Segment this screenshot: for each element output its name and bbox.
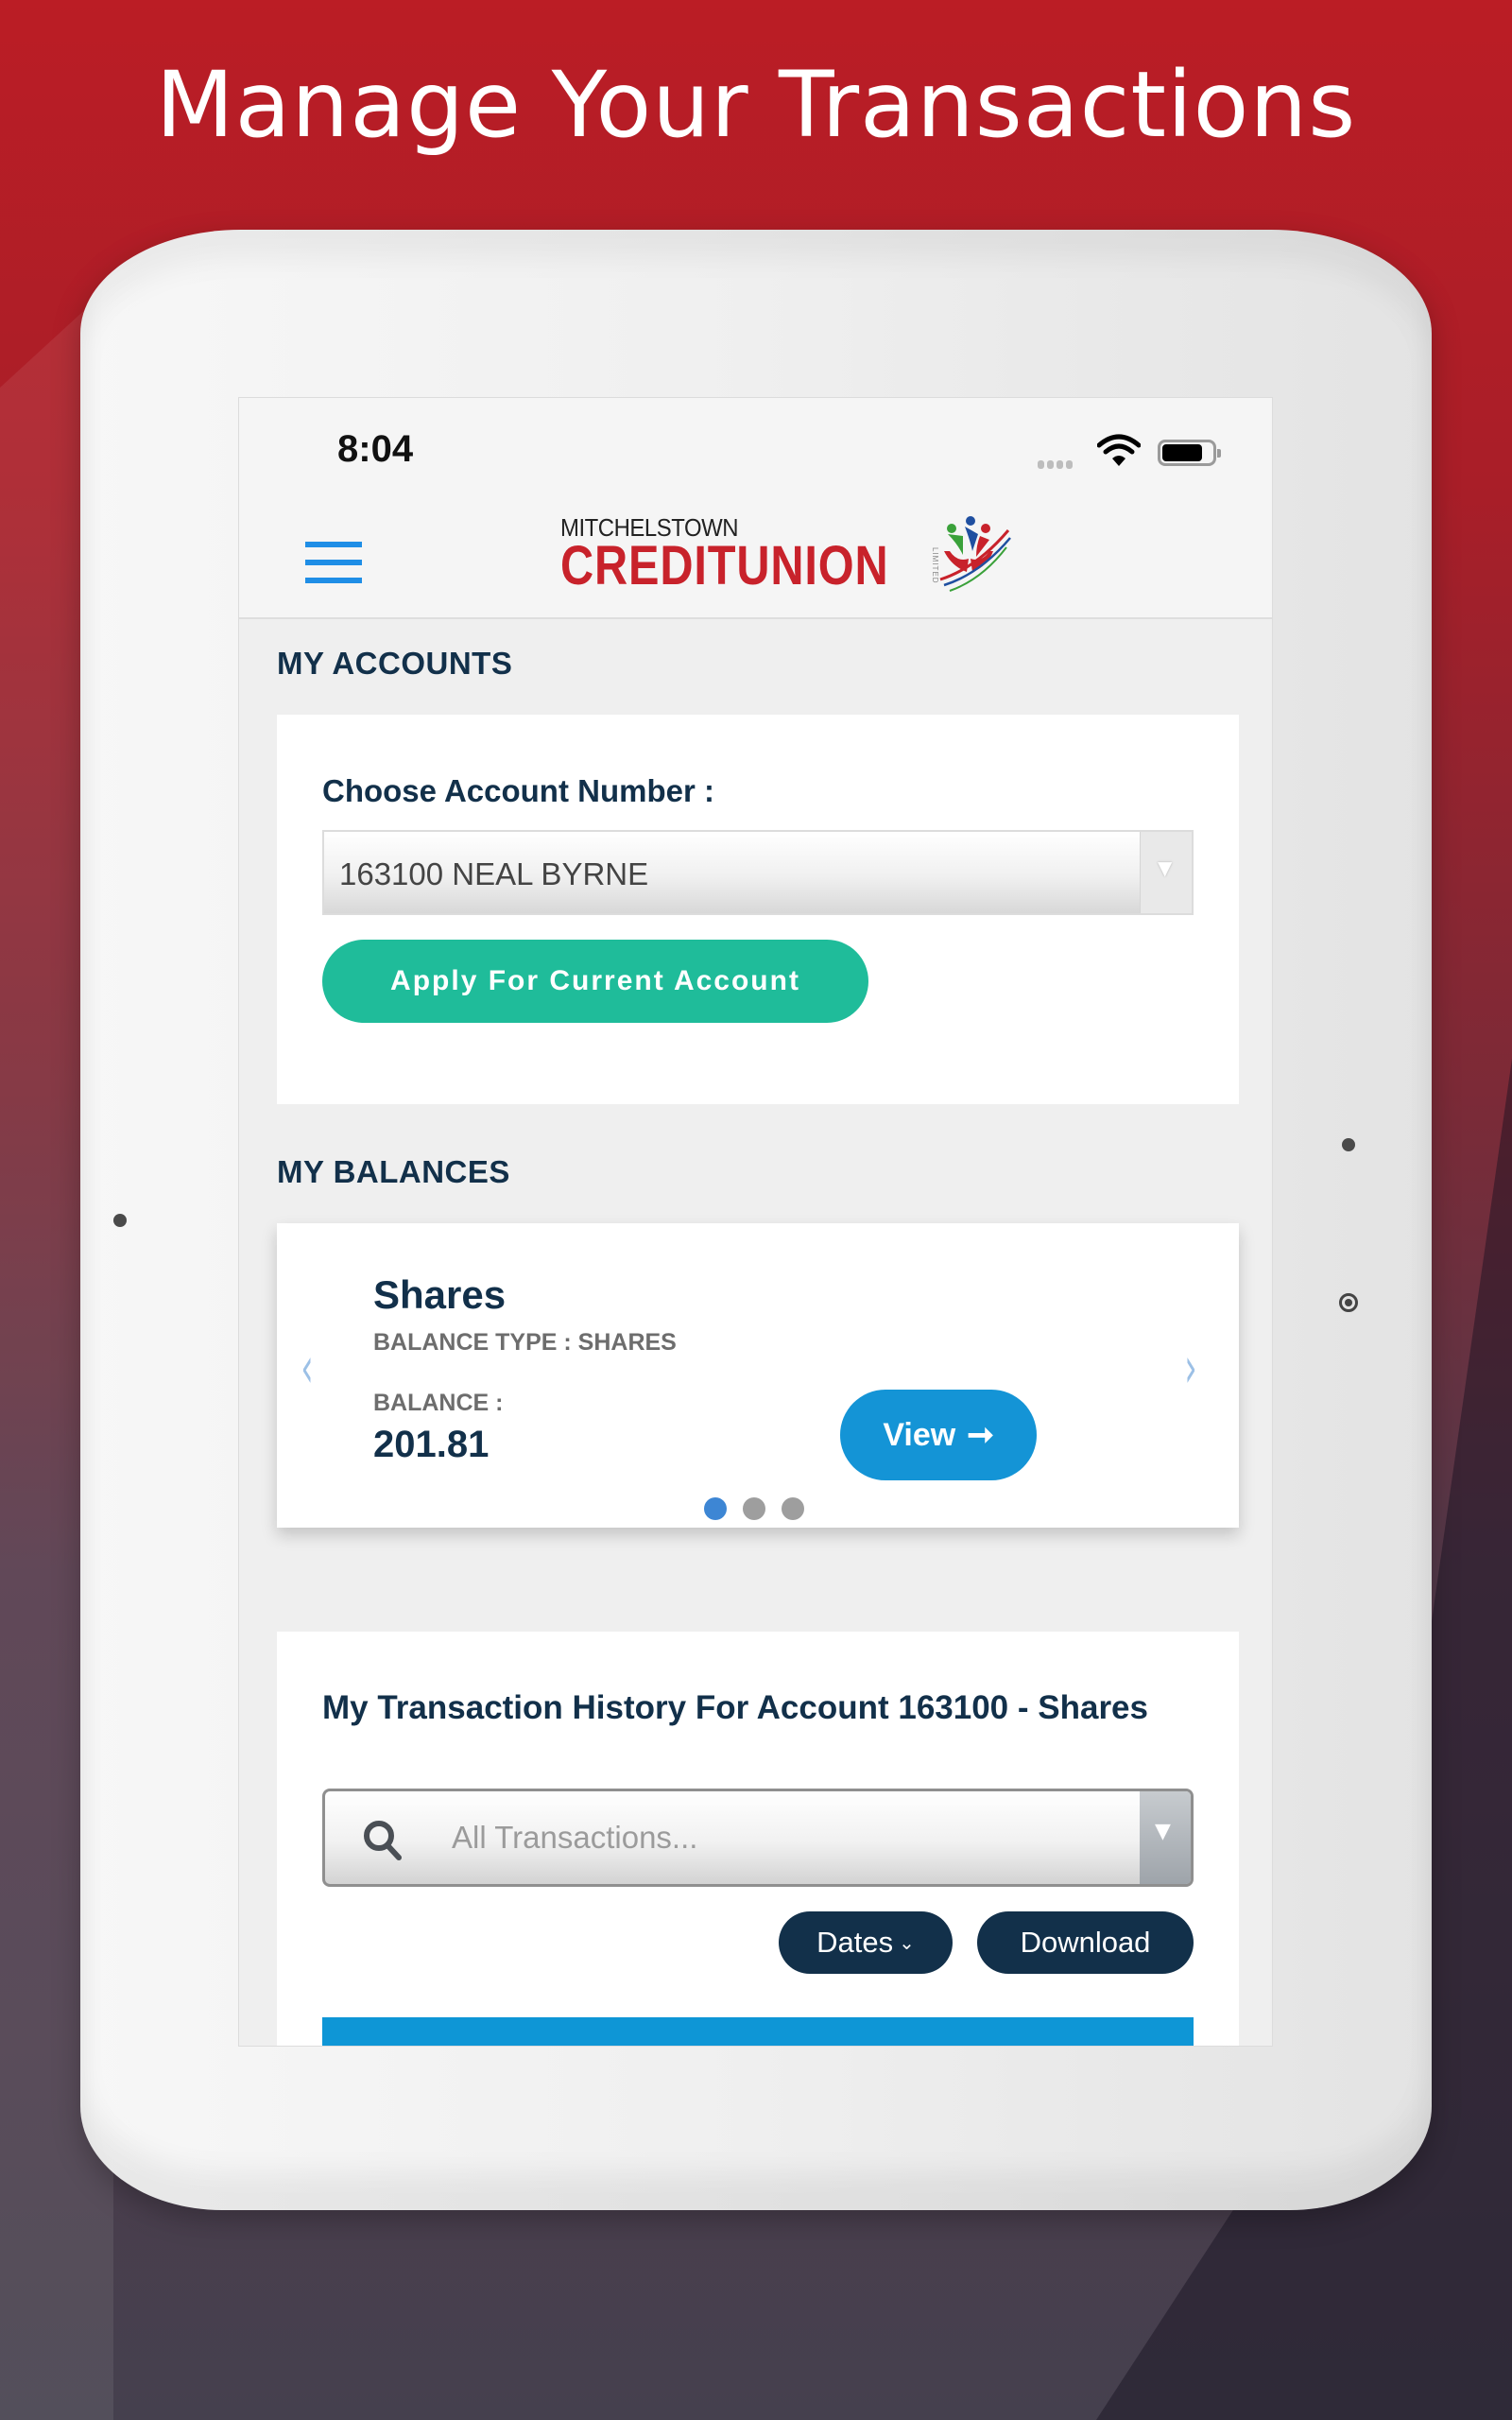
dates-button-label: Dates (816, 1926, 894, 1959)
transaction-filter-dropdown[interactable]: ▼ (1140, 1791, 1191, 1884)
signal-icon (1038, 460, 1073, 469)
transaction-history-title: My Transaction History For Account 16310… (322, 1689, 1148, 1726)
status-time: 8:04 (337, 428, 414, 470)
transactions-table-header (322, 2017, 1194, 2046)
logo-main-text: CREDITUNION (560, 535, 889, 596)
dates-button[interactable]: Dates ⌄ (779, 1911, 953, 1974)
wifi-icon (1097, 434, 1141, 466)
balance-value: 201.81 (373, 1424, 490, 1465)
hamburger-menu-icon[interactable] (305, 542, 362, 583)
tablet-home-button[interactable] (1339, 1293, 1358, 1312)
my-accounts-heading: MY ACCOUNTS (277, 646, 513, 681)
account-select-value: 163100 NEAL BYRNE (339, 856, 649, 891)
apply-current-account-button[interactable]: Apply For Current Account (322, 940, 868, 1023)
chevron-down-icon: ▼ (1158, 856, 1173, 879)
battery-icon (1158, 440, 1221, 466)
chevron-down-icon: ▼ (1155, 1820, 1171, 1843)
balance-account-title: Shares (373, 1272, 507, 1317)
chevron-left-icon[interactable]: ‹ (301, 1335, 313, 1401)
my-balances-heading: MY BALANCES (277, 1154, 510, 1189)
carousel-dot-2[interactable] (743, 1497, 765, 1520)
transaction-filter-placeholder: All Transactions... (452, 1820, 698, 1855)
transaction-history-card: My Transaction History For Account 16310… (277, 1632, 1239, 2046)
accounts-card: Choose Account Number : 163100 NEAL BYRN… (277, 715, 1239, 1104)
choose-account-label: Choose Account Number : (322, 773, 714, 808)
view-balance-button[interactable]: View ➞ (840, 1390, 1037, 1480)
carousel-pagination (704, 1497, 804, 1520)
carousel-dot-3[interactable] (782, 1497, 804, 1520)
account-select[interactable]: 163100 NEAL BYRNE ▼ (322, 830, 1194, 915)
promo-headline: Manage Your Transactions (155, 52, 1357, 158)
balance-label: BALANCE : (373, 1390, 504, 1416)
balance-type: BALANCE TYPE : SHARES (373, 1329, 677, 1356)
tablet-sensor-icon (1342, 1138, 1355, 1151)
download-button[interactable]: Download (977, 1911, 1194, 1974)
status-bar: 8:04 (239, 398, 1272, 474)
balance-carousel: ‹ › Shares BALANCE TYPE : SHARES BALANCE… (277, 1223, 1239, 1528)
hands-people-emblem-icon (939, 516, 1011, 592)
view-button-label: View (883, 1416, 956, 1453)
credit-union-logo: MITCHELSTOWN CREDITUNION LIMITED (560, 513, 1033, 608)
chevron-down-icon: ⌄ (899, 1932, 915, 1954)
chevron-right-icon[interactable]: › (1184, 1335, 1196, 1401)
app-screen: 8:04 MITCHELSTOWN CREDITUNION LIMITED MY… (238, 397, 1273, 2047)
tablet-camera-icon (113, 1214, 127, 1227)
transaction-filter-input[interactable]: All Transactions... ▼ (322, 1789, 1194, 1887)
search-icon (364, 1821, 402, 1860)
app-header: MITCHELSTOWN CREDITUNION LIMITED (239, 474, 1272, 619)
carousel-dot-1[interactable] (704, 1497, 727, 1520)
arrow-right-icon: ➞ (967, 1417, 994, 1453)
account-select-dropdown[interactable]: ▼ (1140, 832, 1192, 913)
